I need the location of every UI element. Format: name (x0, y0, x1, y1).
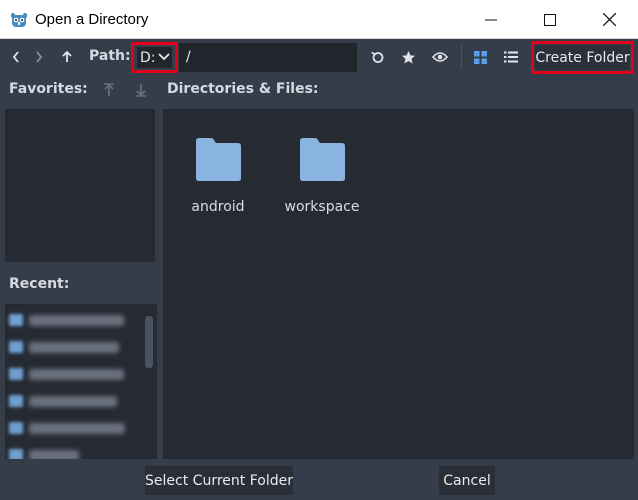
drive-select[interactable]: D: (137, 47, 172, 68)
list-icon (504, 51, 518, 63)
title-bar: Open a Directory (0, 0, 638, 39)
window-title: Open a Directory (35, 11, 149, 28)
list-item[interactable] (9, 312, 124, 328)
move-favorite-down-button[interactable] (132, 80, 150, 100)
toolbar-separator (461, 45, 462, 69)
list-item[interactable] (9, 339, 119, 355)
recent-scrollbar[interactable] (145, 316, 153, 368)
drive-highlight: D: (131, 42, 178, 73)
files-label: Directories & Files: (167, 81, 319, 97)
move-favorite-up-button[interactable] (100, 80, 118, 100)
list-view-button[interactable] (500, 46, 522, 68)
folder-item-android[interactable]: android (172, 119, 264, 215)
path-input[interactable]: / (179, 43, 357, 72)
eye-icon (432, 52, 448, 62)
favorite-button[interactable] (397, 46, 419, 68)
create-folder-highlight: Create Folder (531, 41, 634, 74)
star-icon (401, 50, 415, 63)
cancel-button[interactable]: Cancel (439, 466, 495, 495)
file-browser[interactable]: android workspace (163, 109, 634, 459)
list-item[interactable] (9, 420, 125, 436)
chevron-right-icon (36, 51, 43, 63)
folder-icon (9, 314, 23, 326)
favorites-label: Favorites: (9, 81, 88, 97)
close-icon (602, 13, 616, 26)
maximize-icon (544, 13, 556, 26)
arrow-up-icon (62, 50, 72, 62)
recent-list[interactable] (5, 304, 157, 459)
folder-icon (9, 422, 23, 434)
list-item[interactable] (9, 393, 117, 409)
list-item[interactable] (9, 366, 124, 382)
chevron-down-icon (158, 53, 170, 61)
arrow-down-icon (136, 84, 146, 97)
toggle-hidden-button[interactable] (429, 46, 451, 68)
chevron-left-icon (12, 51, 19, 63)
drive-value: D: (140, 49, 156, 66)
minimize-icon (485, 19, 497, 20)
maximize-button[interactable] (521, 0, 579, 39)
arrow-up-icon (104, 83, 114, 96)
favorites-list[interactable] (5, 109, 155, 262)
folder-name: android (191, 199, 245, 215)
parent-folder-button[interactable] (56, 46, 78, 68)
grid-icon (473, 50, 487, 64)
folder-icon (9, 395, 23, 407)
folder-icon (9, 341, 23, 353)
folder-icon (196, 138, 241, 181)
close-button[interactable] (580, 0, 638, 39)
list-item[interactable] (9, 447, 79, 459)
select-current-folder-button[interactable]: Select Current Folder (145, 466, 293, 495)
folder-icon (300, 138, 345, 181)
recent-label: Recent: (9, 276, 70, 292)
forward-button[interactable] (29, 46, 49, 68)
folder-icon (9, 368, 23, 380)
godot-icon (11, 13, 27, 27)
grid-view-button[interactable] (469, 46, 491, 68)
folder-name: workspace (284, 199, 360, 215)
folder-item-workspace[interactable]: workspace (276, 119, 368, 215)
create-folder-button[interactable]: Create Folder (535, 45, 630, 70)
folder-icon (9, 449, 23, 459)
minimize-button[interactable] (462, 0, 520, 39)
path-label: Path: (89, 48, 131, 64)
refresh-button[interactable] (366, 46, 388, 68)
back-button[interactable] (6, 46, 26, 68)
refresh-icon (370, 51, 383, 63)
